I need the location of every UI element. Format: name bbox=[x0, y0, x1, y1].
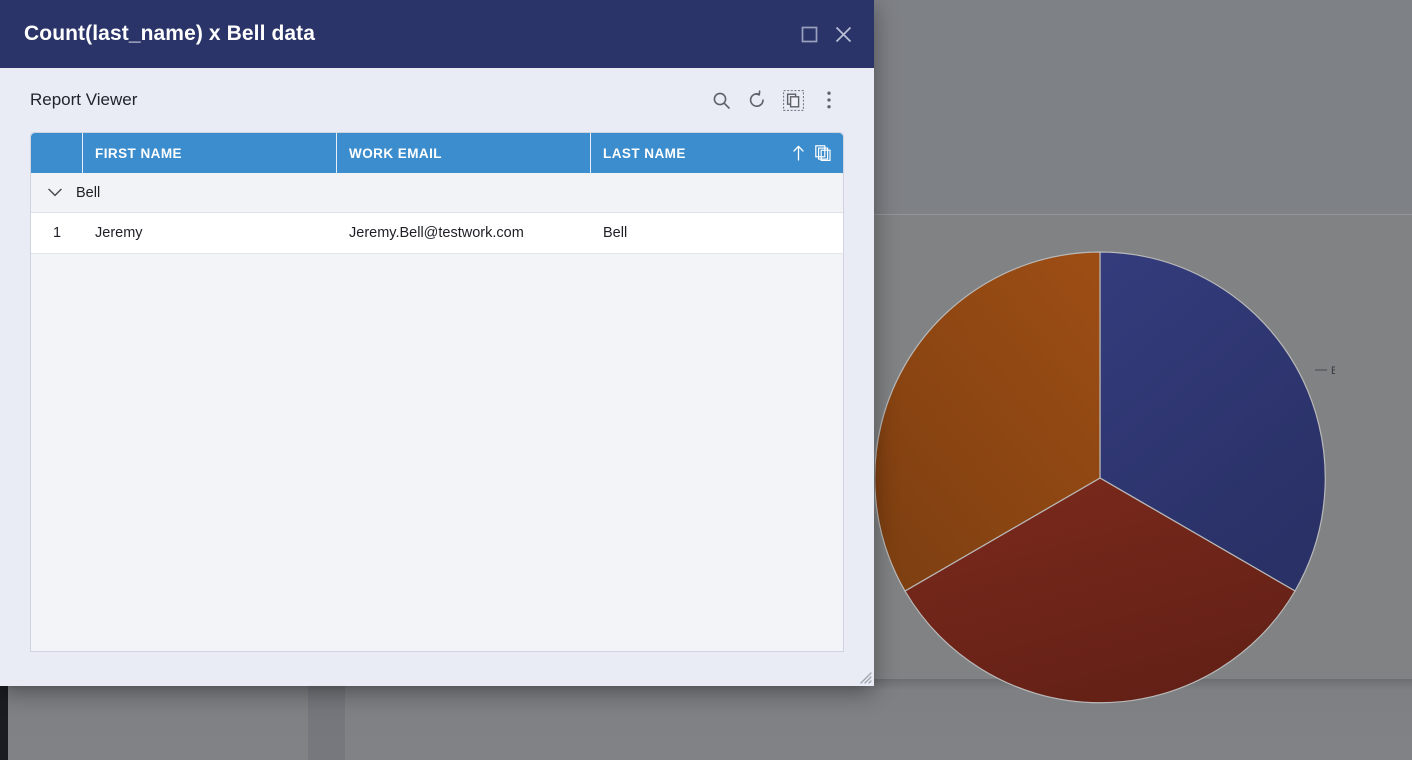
pie-chart-svg: Bell Myers bbox=[875, 251, 1335, 704]
background-lower-panel-left bbox=[8, 679, 308, 760]
background-left-dark-strip bbox=[0, 678, 8, 760]
cell-first-name: Jeremy bbox=[95, 225, 143, 241]
cell-last-name: Bell bbox=[603, 225, 628, 241]
maximize-icon[interactable] bbox=[792, 17, 826, 51]
pie-chart[interactable]: Bell Myers bbox=[875, 238, 1335, 713]
grid-header-row: FIRST NAME WORK EMAIL LAST NAME bbox=[31, 133, 843, 173]
grid-header-last-name[interactable]: LAST NAME bbox=[591, 133, 843, 173]
group-stack-icon[interactable] bbox=[815, 145, 831, 161]
cell-index: 1 bbox=[52, 225, 62, 241]
background-lower-panel-divider bbox=[308, 679, 345, 760]
more-vertical-icon[interactable] bbox=[814, 85, 844, 115]
search-icon[interactable] bbox=[706, 85, 736, 115]
grid-group-label: Bell bbox=[76, 184, 101, 201]
grid-header-first-name[interactable]: FIRST NAME bbox=[83, 133, 337, 173]
copy-icon[interactable] bbox=[778, 85, 808, 115]
cell-work-email: Jeremy.Bell@testwork.com bbox=[349, 225, 524, 241]
chevron-down-icon[interactable] bbox=[48, 188, 62, 197]
sort-ascending-icon[interactable] bbox=[792, 145, 805, 161]
grid-group-row[interactable]: Bell bbox=[31, 173, 843, 213]
grid-header-last-name-label: LAST NAME bbox=[603, 145, 686, 161]
report-viewer-title: Report Viewer bbox=[30, 90, 138, 109]
grid-header-work-email[interactable]: WORK EMAIL bbox=[337, 133, 591, 173]
pie-label-bell: Bell bbox=[1331, 365, 1335, 377]
refresh-icon[interactable] bbox=[742, 85, 772, 115]
dialog-title: Count(last_name) x Bell data bbox=[24, 22, 316, 45]
close-icon[interactable] bbox=[826, 17, 860, 51]
report-viewer-toolbar: Report Viewer bbox=[30, 68, 844, 132]
pie-chart-region: Bell Myers bbox=[860, 214, 1412, 760]
grid-empty-area bbox=[31, 254, 843, 651]
table-row[interactable]: 1 Jeremy Jeremy.Bell@testwork.com Bell bbox=[31, 213, 843, 254]
resize-grip[interactable] bbox=[856, 668, 872, 684]
dialog-title-bar[interactable]: Count(last_name) x Bell data bbox=[0, 0, 874, 68]
grid-header-last-name-icons bbox=[792, 133, 831, 173]
report-grid: FIRST NAME WORK EMAIL LAST NAME Bell 1 J… bbox=[30, 132, 844, 652]
report-viewer-body: Report Viewer FIRST NAME WORK EMAIL LAST… bbox=[0, 68, 874, 686]
report-dialog: Count(last_name) x Bell data Report View… bbox=[0, 0, 874, 686]
grid-header-index[interactable] bbox=[31, 133, 83, 173]
